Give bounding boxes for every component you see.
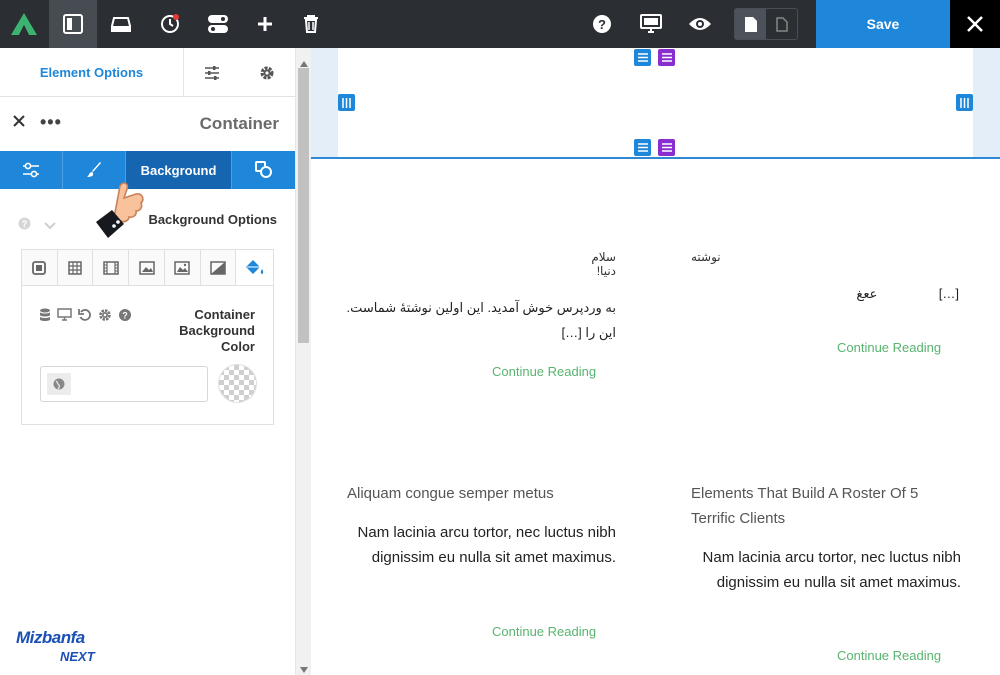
gear-icon[interactable] bbox=[239, 48, 294, 97]
pattern-icon[interactable] bbox=[58, 250, 94, 285]
video-icon[interactable] bbox=[93, 250, 130, 285]
element-options-panel: Element Options ••• Container Background… bbox=[0, 48, 295, 675]
read-more-link[interactable]: Continue Reading bbox=[837, 340, 941, 355]
page-icon[interactable] bbox=[735, 9, 766, 39]
column-bottom-handle-icon[interactable] bbox=[658, 139, 675, 156]
paint-bucket-icon[interactable] bbox=[236, 250, 274, 285]
svg-text:?: ? bbox=[122, 311, 128, 321]
read-more-link[interactable]: Continue Reading bbox=[492, 624, 596, 639]
toggle-icon[interactable] bbox=[194, 0, 242, 48]
post-card: نوشته […] ععغ bbox=[691, 250, 959, 306]
layout-icon[interactable] bbox=[49, 0, 97, 48]
chevron-down-icon[interactable] bbox=[44, 217, 56, 235]
panel-tabs: Element Options bbox=[0, 48, 295, 97]
panel-scrollbar[interactable] bbox=[295, 48, 311, 675]
post-excerpt: به وردپرس خوش آمدید. این اولین نوشتهٔ شم… bbox=[346, 300, 616, 340]
svg-text:?: ? bbox=[598, 17, 606, 32]
help-icon[interactable]: ? bbox=[578, 0, 626, 48]
container-content bbox=[338, 48, 973, 157]
container-bottom-handle-icon[interactable] bbox=[634, 139, 651, 156]
history-icon[interactable] bbox=[146, 0, 194, 48]
close-element-icon[interactable] bbox=[12, 114, 26, 133]
background-type-tabs bbox=[21, 249, 274, 286]
trash-icon[interactable] bbox=[287, 0, 335, 48]
sliders-icon[interactable] bbox=[184, 48, 239, 97]
gallery-icon[interactable] bbox=[165, 250, 201, 285]
preview-icon[interactable] bbox=[676, 0, 724, 48]
help-circle-icon[interactable]: ? bbox=[18, 217, 31, 235]
post-card: Aliquam congue semper metus Nam lacinia … bbox=[347, 481, 616, 570]
brand-name: Mizbanfa bbox=[16, 628, 85, 647]
read-more-link[interactable]: Continue Reading bbox=[837, 648, 941, 663]
brand-suffix: NEXT bbox=[60, 649, 95, 664]
more-options-icon[interactable]: ••• bbox=[40, 113, 62, 131]
post-card: سلام دنیا! به وردپرس خوش آمدید. این اولی… bbox=[345, 250, 616, 345]
color-value-input[interactable] bbox=[40, 366, 208, 402]
scroll-down-icon[interactable] bbox=[300, 660, 308, 675]
post-excerpt: Nam lacinia arcu tortor, nec luctus nibh… bbox=[702, 549, 961, 591]
page-outline-icon[interactable] bbox=[766, 9, 797, 39]
reset-icon[interactable] bbox=[78, 308, 92, 322]
database-icon[interactable] bbox=[39, 308, 51, 322]
view-toggle-group bbox=[734, 8, 798, 40]
control-icons: ? bbox=[39, 308, 132, 322]
brand-watermark: Mizbanfa NEXT bbox=[16, 628, 108, 668]
post-title[interactable]: سلام دنیا! bbox=[569, 250, 616, 278]
column-top-handle-icon[interactable] bbox=[658, 49, 675, 66]
container-left-handle-icon[interactable] bbox=[338, 94, 355, 111]
pointer-hand-icon bbox=[96, 180, 154, 249]
help-small-icon[interactable]: ? bbox=[118, 308, 132, 322]
settings-small-icon[interactable] bbox=[98, 308, 112, 322]
globe-icon[interactable] bbox=[47, 373, 71, 395]
top-toolbar: ? Save bbox=[0, 0, 1000, 48]
background-options-label: Background Options bbox=[148, 212, 277, 227]
color-field-label: Container Background Color bbox=[179, 307, 255, 354]
post-title[interactable]: نوشته bbox=[691, 250, 721, 264]
add-icon[interactable] bbox=[241, 0, 289, 48]
post-excerpt: […] ععغ bbox=[856, 286, 959, 301]
image-icon[interactable] bbox=[129, 250, 165, 285]
post-card: Elements That Build A Roster Of 5 Terrif… bbox=[691, 481, 961, 595]
general-settings-icon[interactable] bbox=[0, 151, 63, 189]
background-color-control: ? Container Background Color bbox=[21, 286, 274, 425]
shapes-icon[interactable] bbox=[232, 151, 295, 189]
gradient-icon[interactable] bbox=[201, 250, 237, 285]
post-title[interactable]: Aliquam congue semper metus bbox=[347, 481, 616, 506]
responsive-icon[interactable] bbox=[97, 0, 145, 48]
tab-element-options[interactable]: Element Options bbox=[0, 48, 184, 97]
post-excerpt: Nam lacinia arcu tortor, nec luctus nibh… bbox=[357, 524, 616, 566]
save-button[interactable]: Save bbox=[816, 0, 950, 48]
container-top-handle-icon[interactable] bbox=[634, 49, 651, 66]
desktop-icon[interactable] bbox=[627, 0, 675, 48]
desktop-small-icon[interactable] bbox=[57, 308, 72, 322]
logo-icon[interactable] bbox=[0, 0, 48, 48]
close-icon[interactable] bbox=[950, 0, 1000, 48]
transparent-swatch[interactable] bbox=[219, 365, 256, 402]
post-title[interactable]: Elements That Build A Roster Of 5 Terrif… bbox=[691, 481, 961, 531]
element-title: Container bbox=[199, 114, 279, 133]
read-more-link[interactable]: Continue Reading bbox=[492, 364, 596, 379]
selected-container[interactable] bbox=[311, 48, 1000, 159]
scrollbar-thumb[interactable] bbox=[298, 68, 309, 343]
element-header: ••• Container bbox=[0, 98, 295, 150]
background-none-icon[interactable] bbox=[22, 250, 58, 285]
container-right-handle-icon[interactable] bbox=[956, 94, 973, 111]
page-canvas: سلام دنیا! به وردپرس خوش آمدید. این اولی… bbox=[311, 48, 1000, 675]
svg-text:?: ? bbox=[22, 219, 28, 229]
